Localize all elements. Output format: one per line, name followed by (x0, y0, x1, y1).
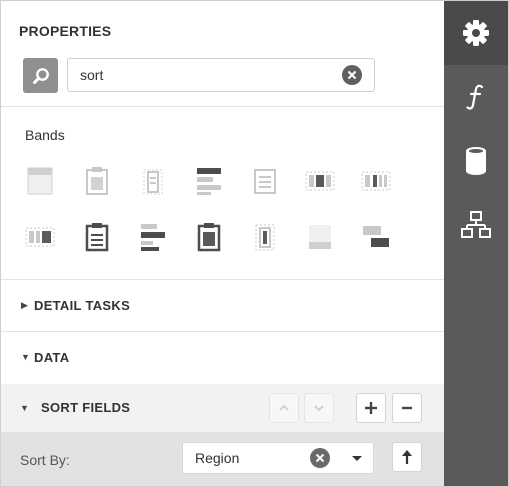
move-up-button[interactable] (269, 393, 299, 423)
band-top-margin-icon[interactable] (305, 222, 335, 252)
chevron-down-icon (314, 405, 324, 412)
arrow-up-icon (402, 450, 412, 464)
data-source-tab-button[interactable] (444, 129, 508, 193)
clear-sort-field-button[interactable] (310, 448, 330, 468)
band-vertical-detail-icon[interactable] (361, 166, 391, 196)
bands-label: Bands (25, 127, 65, 143)
bottom-margin-band-icon (255, 224, 275, 251)
sort-fields-header[interactable]: ▼ SORT FIELDS (1, 384, 444, 432)
sort-fields-title: SORT FIELDS (41, 400, 131, 415)
side-toolbar (444, 1, 508, 486)
triangle-right-icon: ▶ (21, 299, 28, 310)
properties-panel: PROPERTIES Bands (1, 1, 444, 486)
plus-icon (365, 402, 377, 414)
band-group-footer-icon[interactable] (82, 222, 112, 252)
band-sub-band-icon[interactable] (361, 222, 391, 252)
clear-search-button[interactable] (342, 65, 362, 85)
search-input[interactable] (80, 65, 330, 85)
report-footer-band-icon (141, 224, 165, 251)
sort-order-button[interactable] (392, 442, 422, 472)
hierarchy-icon (461, 211, 491, 238)
close-icon (347, 70, 357, 80)
sort-by-value: Region (195, 450, 240, 466)
band-vertical-header-icon[interactable] (305, 166, 335, 196)
sort-by-select[interactable]: Region (182, 442, 374, 474)
band-report-footer-icon[interactable] (138, 222, 168, 252)
section-detail-tasks-title: DETAIL TASKS (34, 297, 131, 313)
page-footer-band-icon (197, 223, 221, 252)
detail-report-band-icon (254, 169, 276, 194)
divider (1, 106, 444, 107)
section-detail-tasks[interactable]: ▶ DETAIL TASKS (1, 280, 444, 330)
report-explorer-tab-button[interactable] (444, 193, 508, 257)
group-footer-band-icon (85, 223, 109, 252)
sort-by-label: Sort By: (20, 452, 70, 468)
triangle-down-icon: ▼ (20, 403, 29, 413)
close-icon (315, 453, 325, 463)
vertical-header-band-icon (305, 171, 335, 191)
search-button[interactable] (23, 58, 58, 93)
dropdown-arrow-icon[interactable] (351, 455, 363, 462)
band-detail-icon[interactable] (194, 166, 224, 196)
search-icon (32, 67, 49, 84)
band-page-footer-icon[interactable] (194, 222, 224, 252)
move-down-button[interactable] (304, 393, 334, 423)
sub-band-icon (363, 226, 389, 247)
section-data-title: DATA (34, 349, 70, 365)
vertical-total-band-icon (25, 227, 55, 247)
band-bottom-margin-icon[interactable] (250, 222, 280, 252)
properties-tab-button[interactable] (444, 1, 508, 65)
band-vertical-total-icon[interactable] (25, 222, 55, 252)
report-header-band-icon (27, 167, 53, 195)
search-field[interactable] (67, 58, 375, 92)
triangle-down-icon: ▼ (21, 352, 30, 362)
add-sort-field-button[interactable] (356, 393, 386, 423)
band-detail-report-icon[interactable] (250, 166, 280, 196)
gear-icon (463, 20, 489, 46)
group-header-band-icon (143, 169, 163, 195)
expressions-tab-button[interactable] (444, 65, 508, 129)
top-margin-band-icon (309, 225, 331, 249)
remove-sort-field-button[interactable] (392, 393, 422, 423)
chevron-up-icon (279, 404, 289, 411)
function-icon (466, 84, 484, 110)
database-icon (466, 147, 486, 175)
band-page-header-icon[interactable] (82, 166, 112, 196)
panel-title: PROPERTIES (19, 23, 112, 39)
page-header-band-icon (86, 167, 108, 195)
minus-icon (402, 406, 412, 410)
vertical-detail-band-icon (361, 171, 391, 191)
band-group-header-icon[interactable] (138, 166, 168, 196)
detail-band-icon (197, 168, 221, 195)
section-data[interactable]: ▼ DATA (1, 332, 444, 382)
band-report-header-icon[interactable] (25, 166, 55, 196)
sort-by-row: Sort By: Region (1, 432, 444, 486)
app-window: PROPERTIES Bands (0, 0, 509, 487)
